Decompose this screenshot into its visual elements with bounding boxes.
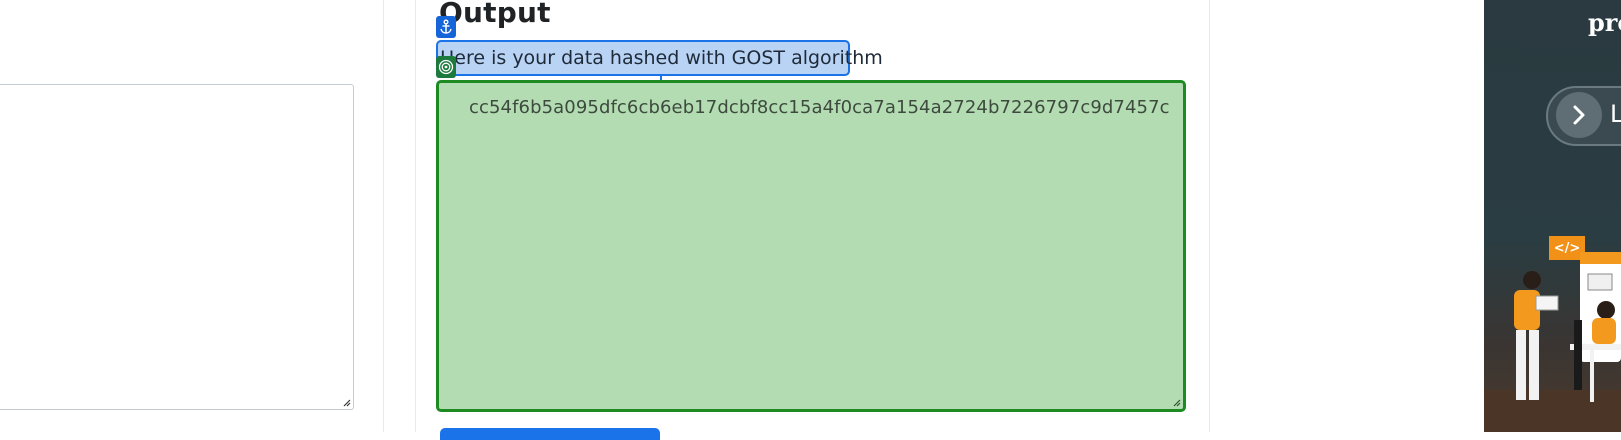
ad-cta-label: L [1610,100,1621,128]
card-border-right [1209,0,1210,432]
target-icon[interactable] [436,56,456,78]
ad-title: pro [1588,8,1621,37]
advertisement-panel[interactable]: pro L </> [1484,0,1621,432]
output-textarea[interactable]: cc54f6b5a095dfc6cb6eb17dcbf8cc15a4f0ca7a… [436,80,1186,412]
output-subtitle: Here is your data hashed with GOST algor… [436,40,883,76]
people-illustration [1484,252,1621,432]
resize-grip-icon[interactable] [1171,397,1181,407]
anchor-icon[interactable] [436,16,456,38]
copy-button[interactable] [440,428,660,440]
column-divider [383,0,384,432]
hash-output-text[interactable]: cc54f6b5a095dfc6cb6eb17dcbf8cc15a4f0ca7a… [469,97,1170,118]
card-border-left [415,0,416,432]
chevron-right-icon [1556,92,1602,138]
resize-grip-icon[interactable] [341,397,351,407]
input-textarea[interactable] [0,84,354,410]
